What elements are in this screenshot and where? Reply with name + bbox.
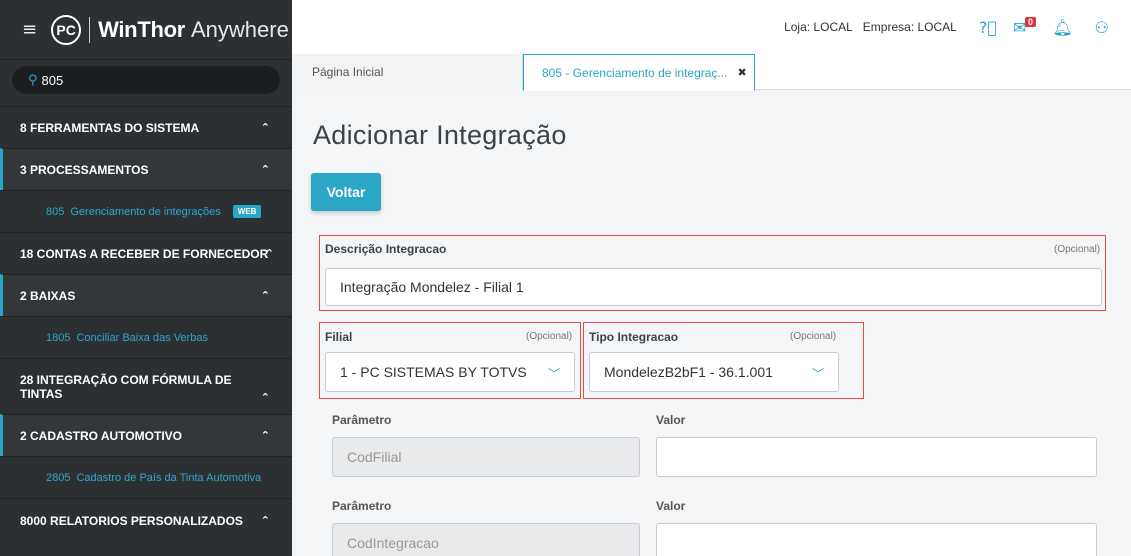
chevron-up-icon[interactable]: ⌃ bbox=[265, 247, 274, 260]
menu-subitem-label: Cadastro de País da Tinta Automotiva bbox=[76, 471, 262, 484]
menu-item-cadastro-automotivo[interactable]: 2 CADASTRO AUTOMOTIVO ⌃ bbox=[0, 414, 292, 456]
descricao-input[interactable]: Integração Mondelez - Filial 1 bbox=[325, 268, 1102, 306]
help-icon[interactable]: ?⃝ bbox=[979, 18, 997, 37]
menu-item-label: 28 INTEGRAÇÃO COM FÓRMULA DE TINTAS bbox=[20, 372, 232, 401]
menu-subitem-code: 805 bbox=[46, 205, 65, 218]
chevron-up-icon[interactable]: ⌃ bbox=[261, 163, 270, 176]
valor-input[interactable] bbox=[656, 523, 1097, 556]
filial-select[interactable]: 1 - PC SISTEMAS BY TOTVS ﹀ bbox=[325, 352, 575, 392]
mail-icon[interactable]: ✉ 0 bbox=[1013, 16, 1036, 37]
menu-subitem-code: 2805 bbox=[46, 471, 71, 484]
chevron-up-icon[interactable]: ⌃ bbox=[261, 289, 270, 302]
menu-item-label: 2 CADASTRO AUTOMOTIVO bbox=[20, 428, 183, 443]
valor-input[interactable] bbox=[656, 437, 1097, 477]
menu-subitem-label: Conciliar Baixa das Verbas bbox=[76, 331, 208, 344]
menu-search-input[interactable]: ⚲ 805 bbox=[12, 66, 280, 94]
close-tab-icon[interactable]: ✖ bbox=[737, 66, 746, 79]
loja-label: Loja: LOCAL bbox=[784, 20, 853, 34]
parametro-label: Parâmetro bbox=[332, 413, 392, 427]
search-icon: ⚲ bbox=[28, 72, 38, 88]
page-title: Adicionar Integração bbox=[313, 120, 567, 150]
filial-value: 1 - PC SISTEMAS BY TOTVS bbox=[340, 364, 527, 380]
menu-item-integracao-tintas[interactable]: 28 INTEGRAÇÃO COM FÓRMULA DE TINTAS ⌃ bbox=[0, 358, 292, 414]
tipo-select[interactable]: MondelezB2bF1 - 36.1.001 ﹀ bbox=[589, 352, 839, 392]
chevron-down-icon: ﹀ bbox=[811, 367, 824, 381]
menu-item-label: 3 PROCESSAMENTOS bbox=[20, 162, 149, 177]
tipo-optional: (Opcional) bbox=[790, 331, 837, 342]
sidebar-menu: 8 FERRAMENTAS DO SISTEMA ⌃ 3 PROCESSAMEN… bbox=[0, 106, 292, 542]
hamburger-menu-icon[interactable]: ≡ bbox=[22, 19, 37, 40]
chevron-up-icon[interactable]: ⌃ bbox=[261, 514, 270, 527]
menu-subitem-1805[interactable]: 1805 Conciliar Baixa das Verbas bbox=[0, 316, 292, 358]
search-value: 805 bbox=[41, 72, 64, 88]
tab-gerenciamento-integracoes[interactable]: 805 - Gerenciamento de integraç... ✖ bbox=[523, 54, 755, 91]
tab-bar: Página Inicial 805 - Gerenciamento de in… bbox=[292, 54, 1131, 91]
top-bar: Loja: LOCAL Empresa: LOCAL ?⃝ ✉ 0 🔔︎ ⚇ bbox=[292, 0, 1131, 54]
menu-subitem-2805[interactable]: 2805 Cadastro de País da Tinta Automotiv… bbox=[0, 456, 292, 498]
brand-divider bbox=[89, 16, 91, 43]
menu-item-label: 8000 RELATORIOS PERSONALIZADOS bbox=[20, 513, 243, 528]
brand-subtitle: Anywhere bbox=[191, 16, 289, 42]
chevron-up-icon[interactable]: ⌃ bbox=[261, 429, 270, 442]
empresa-label: Empresa: LOCAL bbox=[862, 20, 957, 34]
menu-subitem-805[interactable]: 805 Gerenciamento de integrações WEB bbox=[0, 190, 292, 232]
menu-subitem-code: 1805 bbox=[46, 331, 71, 344]
parametro-value: CodFilial bbox=[347, 449, 402, 465]
tab-label: Página Inicial bbox=[312, 65, 384, 79]
sidebar: ≡ PC WinThor Anywhere ⚲ 805 8 FERRAMENTA… bbox=[0, 0, 292, 556]
tipo-label: Tipo Integracao bbox=[589, 330, 679, 344]
parametro-value: CodIntegracao bbox=[347, 535, 439, 551]
back-button[interactable]: Voltar bbox=[311, 173, 381, 211]
parametro-field: CodIntegracao bbox=[332, 523, 640, 556]
web-badge: WEB bbox=[232, 205, 262, 218]
bell-icon[interactable]: 🔔︎ bbox=[1052, 18, 1072, 37]
filial-optional: (Opcional) bbox=[526, 331, 573, 342]
descricao-optional: (Opcional) bbox=[1054, 244, 1101, 255]
menu-item-baixas[interactable]: 2 BAIXAS ⌃ bbox=[0, 274, 292, 316]
tab-pagina-inicial[interactable]: Página Inicial bbox=[292, 54, 523, 90]
menu-item-label: 8 FERRAMENTAS DO SISTEMA bbox=[20, 120, 200, 135]
menu-item-label: 2 BAIXAS bbox=[20, 288, 76, 303]
pc-logo: PC bbox=[51, 14, 82, 45]
menu-item-contas-receber[interactable]: 18 CONTAS A RECEBER DE FORNECEDOR ⌃ bbox=[0, 232, 292, 274]
parametro-label: Parâmetro bbox=[332, 499, 392, 513]
menu-subitem-label: Gerenciamento de integrações bbox=[70, 205, 221, 218]
brand-name: WinThor bbox=[98, 16, 185, 42]
menu-item-ferramentas[interactable]: 8 FERRAMENTAS DO SISTEMA ⌃ bbox=[0, 106, 292, 148]
chevron-up-icon[interactable]: ⌃ bbox=[261, 121, 270, 134]
brand-header: ≡ PC WinThor Anywhere bbox=[0, 0, 292, 60]
app-window: ≡ PC WinThor Anywhere ⚲ 805 8 FERRAMENTA… bbox=[0, 0, 1131, 556]
tab-label: 805 - Gerenciamento de integraç... bbox=[542, 65, 728, 80]
descricao-label: Descrição Integracao bbox=[325, 242, 447, 256]
filial-label: Filial bbox=[325, 330, 353, 344]
tipo-value: MondelezB2bF1 - 36.1.001 bbox=[604, 364, 773, 380]
descricao-value: Integração Mondelez - Filial 1 bbox=[340, 279, 524, 295]
menu-item-label: 18 CONTAS A RECEBER DE FORNECEDOR bbox=[20, 246, 269, 261]
menu-item-relatorios[interactable]: 8000 RELATORIOS PERSONALIZADOS ⌃ bbox=[0, 498, 292, 542]
parametro-field: CodFilial bbox=[332, 437, 640, 477]
main-content: Loja: LOCAL Empresa: LOCAL ?⃝ ✉ 0 🔔︎ ⚇ Pá… bbox=[292, 0, 1131, 556]
valor-label: Valor bbox=[656, 499, 686, 513]
chevron-up-icon[interactable]: ⌃ bbox=[261, 391, 270, 404]
mail-count-badge: 0 bbox=[1024, 16, 1036, 27]
user-icon[interactable]: ⚇ bbox=[1095, 18, 1109, 37]
chevron-down-icon: ﹀ bbox=[547, 367, 560, 381]
valor-label: Valor bbox=[656, 413, 686, 427]
menu-item-processamentos[interactable]: 3 PROCESSAMENTOS ⌃ bbox=[0, 148, 292, 190]
